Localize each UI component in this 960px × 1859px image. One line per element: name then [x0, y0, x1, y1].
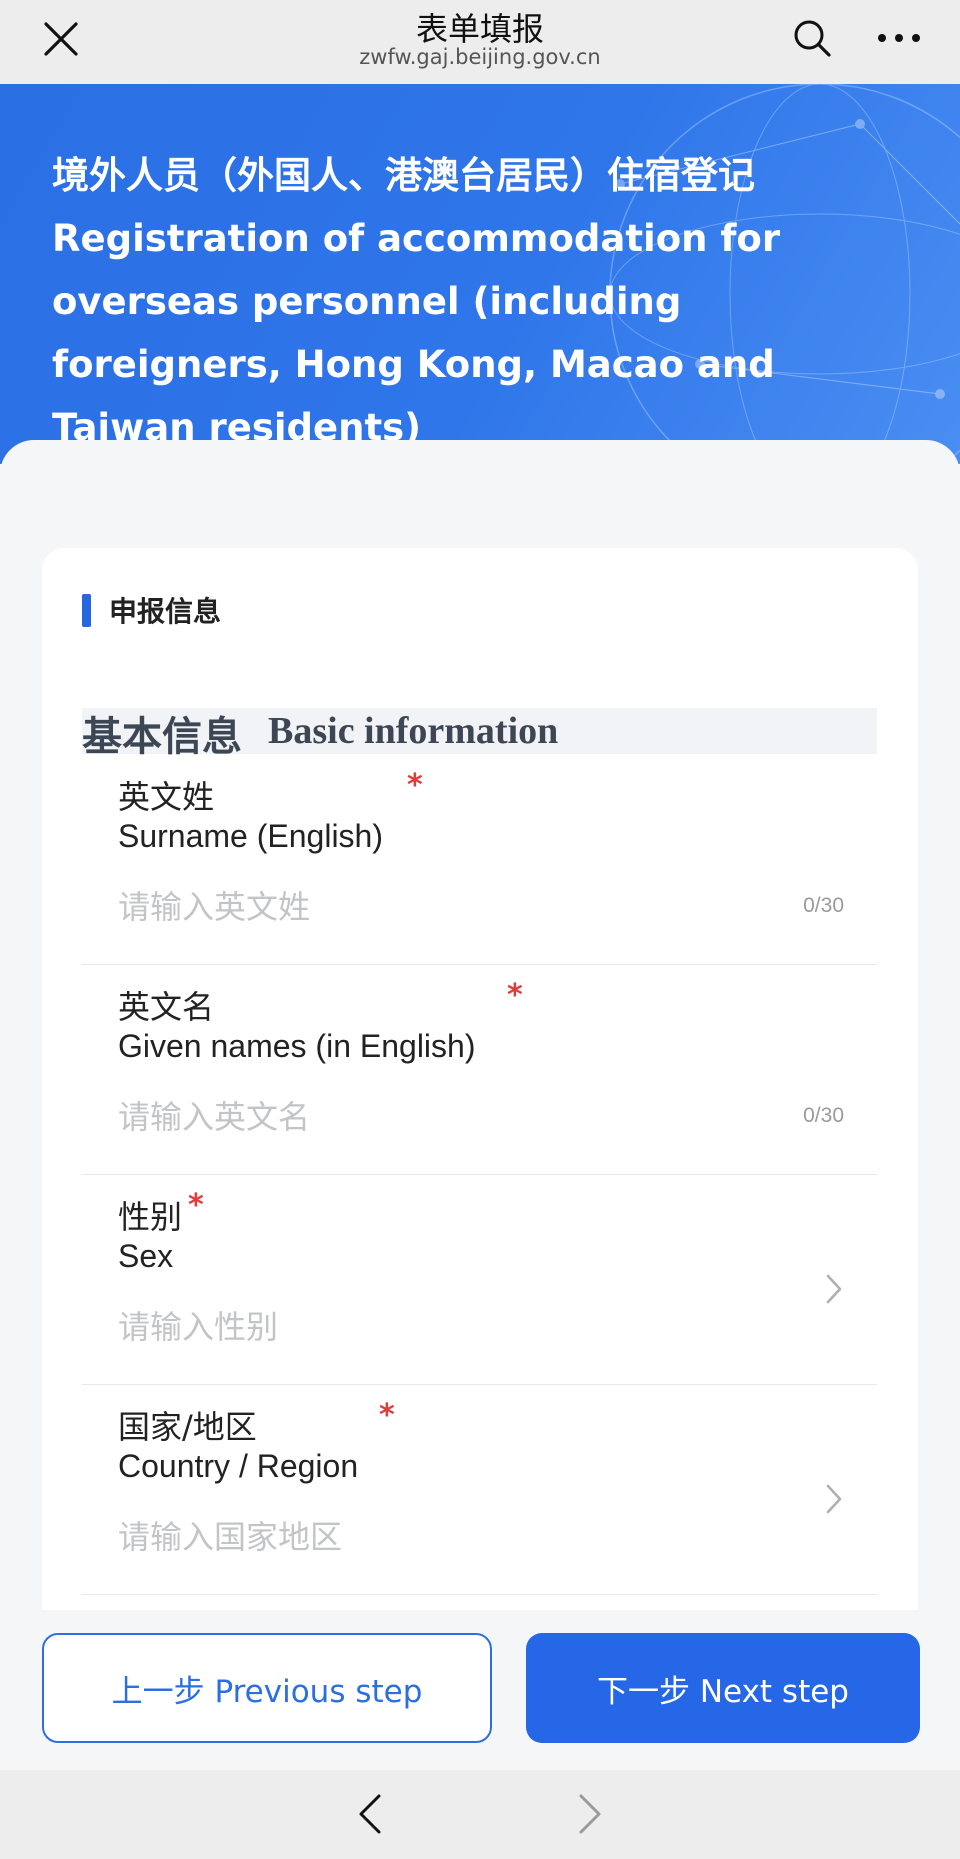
search-icon[interactable] [790, 16, 834, 60]
country-field[interactable]: 国家/地区 * Country / Region 请输入国家地区 [82, 1384, 877, 1595]
nav-forward-icon[interactable] [575, 1792, 605, 1836]
given-names-input[interactable]: 请输入英文名 [118, 1092, 310, 1138]
next-step-button[interactable]: 下一步 Next step [526, 1633, 920, 1743]
field-label-en: Sex [118, 1238, 174, 1274]
section-title: 申报信息 [109, 595, 222, 628]
nav-back-icon[interactable] [355, 1792, 385, 1836]
required-mark: * [188, 1188, 204, 1223]
field-label-zh: 英文姓 [118, 778, 215, 816]
required-mark: * [379, 1398, 395, 1433]
sex-select[interactable]: 请输入性别 [118, 1302, 278, 1348]
previous-step-button[interactable]: 上一步 Previous step [42, 1633, 492, 1743]
char-counter: 0/30 [803, 894, 844, 917]
surname-field[interactable]: 英文姓 * Surname (English) 请输入英文姓 0/30 [82, 754, 877, 965]
given-names-field[interactable]: 英文名 * Given names (in English) 请输入英文名 0/… [82, 964, 877, 1175]
more-icon[interactable] [874, 18, 924, 58]
surname-input[interactable]: 请输入英文姓 [118, 882, 310, 928]
required-mark: * [407, 768, 423, 803]
form-heading: 境外人员（外国人、港澳台居民）住宿登记 Registration of acco… [52, 154, 781, 449]
field-label-zh: 性别 [118, 1198, 183, 1236]
chevron-right-icon [826, 1484, 842, 1514]
field-label-zh: 国家/地区 [118, 1408, 257, 1446]
field-label-en: Given names (in English) [118, 1028, 476, 1064]
country-select[interactable]: 请输入国家地区 [118, 1512, 342, 1558]
sex-field[interactable]: 性别 * Sex 请输入性别 [82, 1174, 877, 1385]
banner: 境外人员（外国人、港澳台居民）住宿登记 Registration of acco… [0, 84, 960, 464]
top-bar: 表单填报 zwfw.gaj.beijing.gov.cn [0, 0, 960, 84]
field-label-zh: 英文名 [118, 988, 215, 1026]
char-counter: 0/30 [803, 1104, 844, 1127]
required-mark: * [507, 978, 523, 1013]
section-accent-bar [82, 594, 91, 627]
group-title: 基本信息 Basic information [82, 708, 877, 760]
chevron-right-icon [826, 1274, 842, 1304]
field-label-en: Country / Region [118, 1448, 359, 1484]
field-label-en: Surname (English) [118, 818, 383, 854]
browser-nav-bar [0, 1770, 960, 1859]
group-title-en: Basic information [268, 710, 559, 752]
